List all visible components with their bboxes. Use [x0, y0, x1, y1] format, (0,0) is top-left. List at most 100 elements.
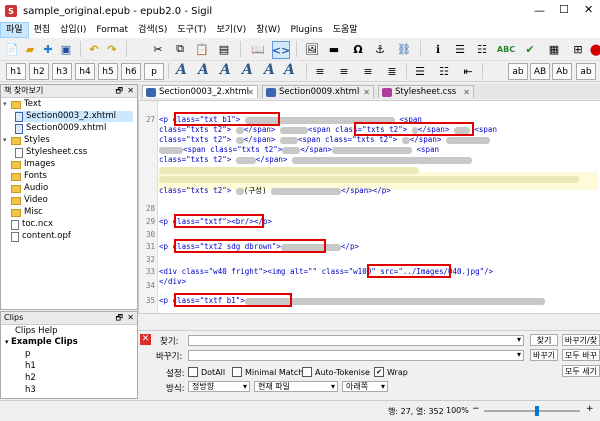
close-panel-icon[interactable]: ✕: [127, 312, 134, 324]
tab-stylesheet[interactable]: Stylesheet.css ✕: [378, 85, 474, 98]
dotall-checkbox[interactable]: DotAll: [188, 367, 225, 377]
menu-window[interactable]: 창(W): [251, 22, 285, 38]
book-view-icon[interactable]: 📖: [250, 41, 266, 57]
superscript-icon[interactable]: A: [284, 62, 295, 78]
clip-item[interactable]: h2: [25, 373, 36, 384]
clip-item[interactable]: h1: [25, 361, 36, 372]
count-all-button[interactable]: 모두 세기: [562, 365, 600, 377]
heading-h3-button[interactable]: h3: [52, 63, 72, 80]
copy-icon[interactable]: ⧉: [172, 41, 188, 57]
reports-icon[interactable]: ▦: [546, 41, 562, 57]
float-panel-icon[interactable]: 🗗: [115, 85, 123, 97]
tree-file-toc[interactable]: toc.ncx: [11, 219, 53, 230]
close-find-icon[interactable]: ✕: [140, 334, 151, 345]
edit-toc-icon[interactable]: ☷: [474, 41, 490, 57]
uppercase-button[interactable]: AB: [530, 63, 550, 80]
replace-button[interactable]: 바꾸기: [530, 349, 558, 361]
redo-icon[interactable]: ↷: [104, 41, 120, 57]
validate-icon[interactable]: ✔: [522, 41, 538, 57]
underline-icon[interactable]: A: [220, 62, 231, 78]
dropdown-arrow-icon[interactable]: ▾: [517, 335, 521, 344]
special-char-icon[interactable]: Ω: [350, 41, 366, 57]
tree-file-opf[interactable]: content.opf: [11, 231, 71, 242]
insert-media-icon[interactable]: ▬: [326, 41, 342, 57]
menu-insert[interactable]: 삽입(I): [55, 22, 91, 38]
zoom-out-icon[interactable]: −: [472, 404, 480, 414]
save-icon[interactable]: ▣: [58, 41, 74, 57]
clips-group-example[interactable]: ▾ Example Clips: [5, 337, 78, 348]
align-left-icon[interactable]: ≡: [312, 63, 328, 79]
titlecase-button[interactable]: Ab: [552, 63, 572, 80]
tree-folder-styles[interactable]: ▾ Styles: [3, 135, 50, 146]
tab-section0003[interactable]: Section0003_2.xhtml ✕: [142, 85, 258, 98]
auto-tokenise-checkbox[interactable]: Auto-Tokenise: [302, 367, 370, 377]
subscript-icon[interactable]: A: [264, 62, 275, 78]
close-tab-icon[interactable]: ✕: [247, 86, 254, 99]
checkbox-box[interactable]: [188, 367, 198, 377]
wrap-checkbox[interactable]: ✔ Wrap: [374, 367, 408, 377]
clip-item[interactable]: h3: [25, 385, 36, 396]
find-input[interactable]: ▾: [188, 335, 524, 346]
maximize-icon[interactable]: ☐: [559, 3, 569, 16]
menu-tools[interactable]: 도구(T): [172, 22, 211, 38]
heading-h6-button[interactable]: h6: [121, 63, 141, 80]
menu-plugins[interactable]: Plugins: [285, 22, 327, 38]
menu-view[interactable]: 보기(V): [211, 22, 251, 38]
close-icon[interactable]: ✕: [584, 3, 593, 16]
tab-section0009[interactable]: Section0009.xhtml ✕: [262, 85, 374, 98]
tree-folder-misc[interactable]: Misc: [11, 207, 43, 218]
heading-h1-button[interactable]: h1: [6, 63, 26, 80]
align-center-icon[interactable]: ≡: [336, 63, 352, 79]
tree-folder-video[interactable]: Video: [11, 195, 48, 206]
menu-help[interactable]: 도움말: [328, 22, 363, 38]
well-formed-icon[interactable]: ⊞: [570, 41, 586, 57]
expand-arrow-icon[interactable]: ▾: [3, 135, 11, 146]
decrease-indent-icon[interactable]: ⇤: [460, 63, 476, 79]
tree-folder-images[interactable]: Images: [11, 159, 55, 170]
paragraph-button[interactable]: p: [144, 63, 164, 80]
close-panel-icon[interactable]: ✕: [127, 85, 134, 97]
tree-file-stylesheet[interactable]: Stylesheet.css: [15, 147, 87, 158]
heading-h5-button[interactable]: h5: [98, 63, 118, 80]
new-file-icon[interactable]: 📄: [4, 41, 20, 57]
find-button[interactable]: 찾기: [530, 334, 558, 346]
tree-file-section0003[interactable]: Section0003_2.xhtml: [15, 111, 133, 122]
close-tab-icon[interactable]: ✕: [463, 86, 470, 99]
close-tab-icon[interactable]: ✕: [363, 86, 370, 99]
metadata-icon[interactable]: ℹ: [430, 41, 446, 57]
clip-item[interactable]: p: [25, 349, 30, 360]
replace-all-button[interactable]: 모두 바꾸기: [562, 349, 600, 361]
align-justify-icon[interactable]: ≣: [384, 63, 400, 79]
menu-file[interactable]: 파일: [0, 22, 29, 38]
spellcheck-icon[interactable]: ABC: [497, 41, 515, 57]
search-direction-select[interactable]: 아래쪽: [342, 381, 388, 392]
menu-search[interactable]: 검색(S): [133, 22, 172, 38]
toc-icon[interactable]: ☰: [452, 41, 468, 57]
italic-icon[interactable]: A: [198, 62, 209, 78]
open-icon[interactable]: ▰: [22, 41, 38, 57]
checkbox-box[interactable]: [232, 367, 242, 377]
heading-h4-button[interactable]: h4: [75, 63, 95, 80]
expand-arrow-icon[interactable]: ▾: [3, 99, 11, 110]
code-editor[interactable]: 27 28 29 30 31 32 33 34 35 <p class="txt…: [138, 100, 600, 314]
zoom-slider-thumb[interactable]: [535, 406, 539, 416]
insert-id-icon[interactable]: ⚓: [372, 41, 388, 57]
minimize-icon[interactable]: —: [534, 4, 545, 17]
dropdown-arrow-icon[interactable]: ▾: [517, 350, 521, 359]
insert-image-icon[interactable]: 🖼: [304, 41, 320, 57]
replace-input[interactable]: ▾: [188, 350, 524, 361]
stop-icon[interactable]: ⬤: [588, 41, 600, 57]
tree-file-section0009[interactable]: Section0009.xhtml: [15, 123, 106, 134]
checkbox-box[interactable]: [302, 367, 312, 377]
checkbox-box[interactable]: ✔: [374, 367, 384, 377]
paste-icon[interactable]: 📋: [194, 41, 210, 57]
bullet-list-icon[interactable]: ☰: [412, 63, 428, 79]
lowercase-button[interactable]: ab: [508, 63, 528, 80]
zoom-in-icon[interactable]: +: [586, 404, 594, 414]
paste-special-icon[interactable]: ▤: [216, 41, 232, 57]
heading-h2-button[interactable]: h2: [29, 63, 49, 80]
bold-icon[interactable]: A: [176, 62, 187, 78]
search-mode-select[interactable]: 정방향: [188, 381, 250, 392]
numbered-list-icon[interactable]: ☷: [436, 63, 452, 79]
code-view-icon[interactable]: <>: [272, 41, 290, 59]
